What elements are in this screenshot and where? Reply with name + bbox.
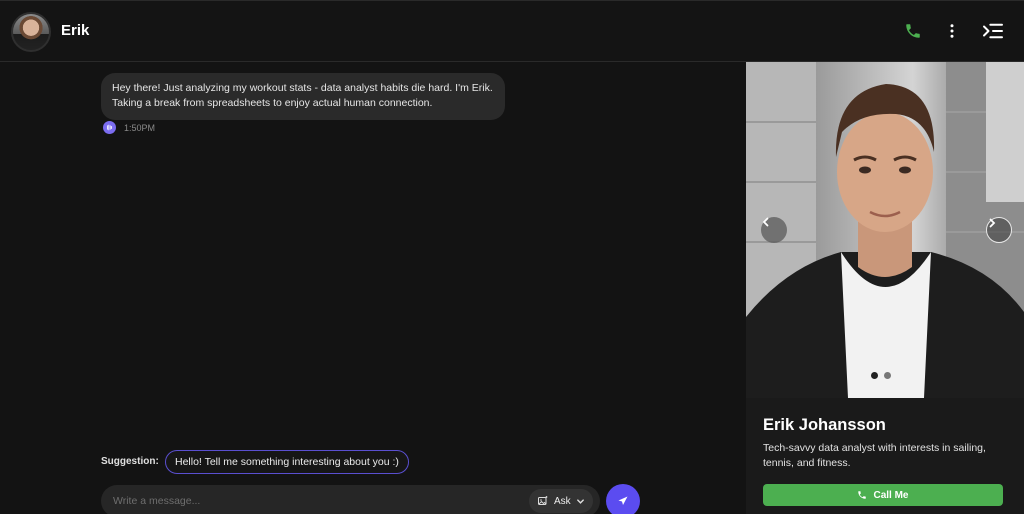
audio-play-icon[interactable] xyxy=(103,121,116,134)
chevron-right-icon xyxy=(989,218,996,228)
profile-bio: Tech-savvy data analyst with interests i… xyxy=(763,442,986,469)
chat-header: Erik xyxy=(0,0,1024,62)
chevron-left-icon xyxy=(762,217,769,227)
call-me-label: Call Me xyxy=(873,489,909,501)
ask-label: Ask xyxy=(554,495,571,507)
carousel-dot[interactable] xyxy=(871,372,878,379)
message-time: 1:50PM xyxy=(124,122,156,133)
send-button[interactable] xyxy=(606,484,640,514)
message-bubble: Hey there! Just analyzing my workout sta… xyxy=(101,73,505,120)
contact-name: Erik xyxy=(61,22,90,39)
carousel-next-button[interactable] xyxy=(986,217,1012,243)
call-me-button[interactable]: Call Me xyxy=(763,484,1003,506)
phone-icon xyxy=(858,491,867,499)
carousel-dots xyxy=(871,372,891,379)
phone-icon[interactable] xyxy=(902,20,924,42)
suggestion-label: Suggestion: xyxy=(101,456,159,467)
carousel-prev-button[interactable] xyxy=(761,217,787,243)
more-vertical-icon[interactable] xyxy=(941,20,963,42)
chevron-down-icon xyxy=(576,498,584,504)
ask-dropdown[interactable]: Ask xyxy=(529,489,593,513)
menu-collapse-icon[interactable] xyxy=(982,20,1004,42)
carousel-dot[interactable] xyxy=(884,372,891,379)
profile-panel: Erik Johansson Tech-savvy data analyst w… xyxy=(746,62,1024,514)
message-input[interactable] xyxy=(113,491,513,511)
chat-area: Hey there! Just analyzing my workout sta… xyxy=(0,62,746,514)
profile-name: Erik Johansson xyxy=(763,416,886,434)
image-ai-icon xyxy=(538,496,548,505)
message-meta: 1:50PM xyxy=(103,121,155,134)
profile-photo xyxy=(746,62,1024,398)
avatar[interactable] xyxy=(11,12,51,52)
suggestion-chip[interactable]: Hello! Tell me something interesting abo… xyxy=(165,450,409,474)
send-icon xyxy=(618,496,628,505)
message-composer: Ask xyxy=(101,485,600,514)
